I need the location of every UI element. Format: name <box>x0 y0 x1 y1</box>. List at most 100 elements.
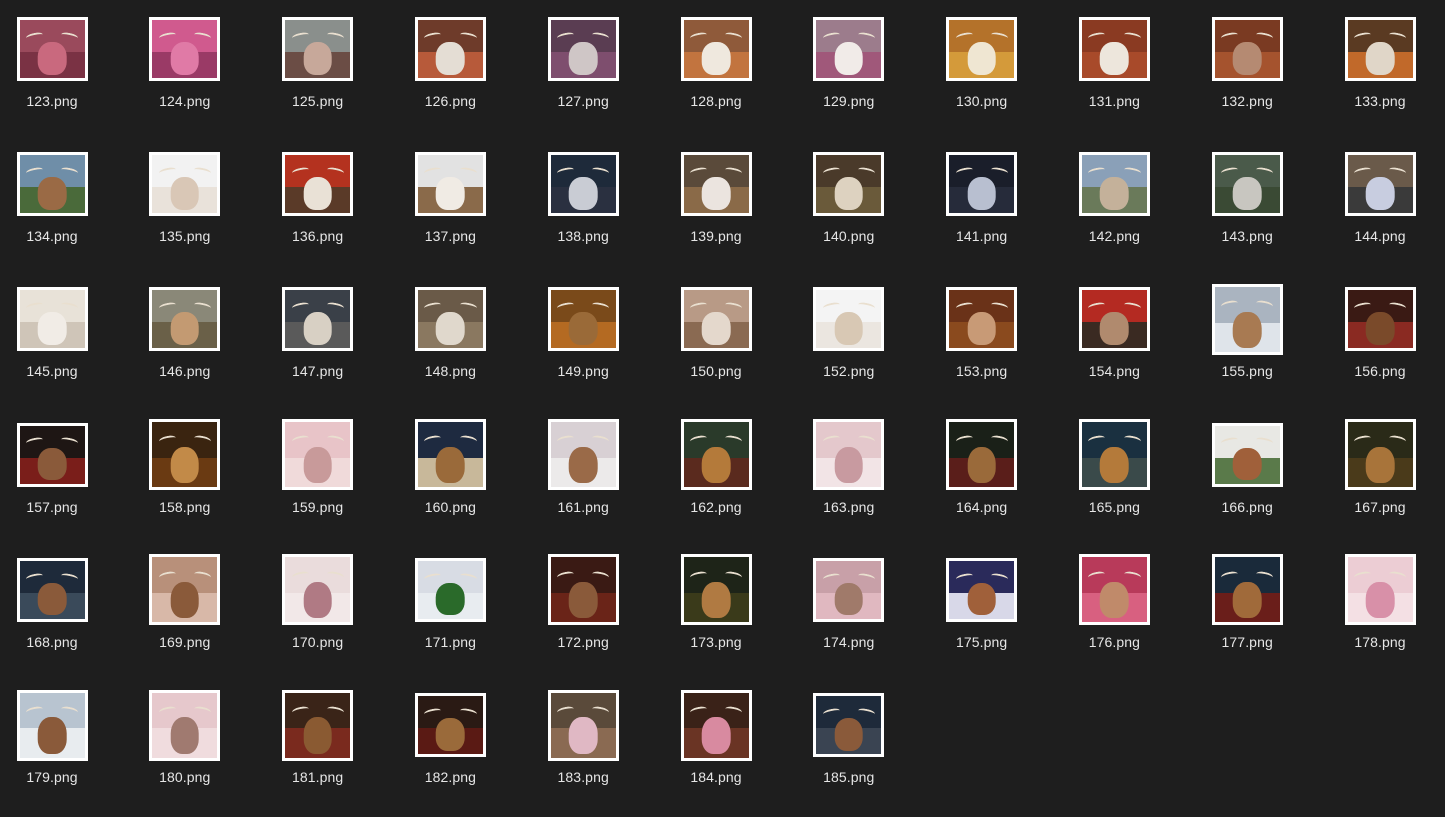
file-item[interactable]: 149.png <box>528 283 638 403</box>
file-item[interactable]: 140.png <box>794 148 904 268</box>
file-name-label[interactable]: 154.png <box>1059 363 1169 379</box>
file-name-label[interactable]: 180.png <box>130 769 240 785</box>
file-item[interactable]: 170.png <box>263 554 373 674</box>
file-name-label[interactable]: 166.png <box>1192 499 1302 515</box>
file-name-label[interactable]: 176.png <box>1059 634 1169 650</box>
file-thumbnail[interactable] <box>547 554 619 626</box>
file-thumbnail[interactable] <box>16 689 88 761</box>
file-name-label[interactable]: 169.png <box>130 634 240 650</box>
file-item[interactable]: 167.png <box>1325 419 1435 539</box>
file-name-label[interactable]: 179.png <box>0 769 107 785</box>
file-name-label[interactable]: 175.png <box>927 634 1037 650</box>
file-item[interactable]: 163.png <box>794 419 904 539</box>
file-item[interactable]: 138.png <box>528 148 638 268</box>
file-thumbnail[interactable] <box>16 17 88 81</box>
file-name-label[interactable]: 123.png <box>0 93 107 109</box>
file-name-label[interactable]: 152.png <box>794 363 904 379</box>
file-thumbnail[interactable] <box>282 17 354 81</box>
file-name-label[interactable]: 125.png <box>263 93 373 109</box>
file-thumbnail[interactable] <box>282 419 354 491</box>
file-name-label[interactable]: 170.png <box>263 634 373 650</box>
file-item[interactable]: 166.png <box>1192 419 1302 539</box>
file-item[interactable]: 165.png <box>1059 419 1169 539</box>
file-thumbnail[interactable] <box>547 419 619 491</box>
file-item[interactable]: 134.png <box>0 148 107 268</box>
file-name-label[interactable]: 147.png <box>263 363 373 379</box>
file-item[interactable]: 135.png <box>130 148 240 268</box>
file-item[interactable]: 123.png <box>0 13 107 133</box>
file-item[interactable]: 144.png <box>1325 148 1435 268</box>
file-name-label[interactable]: 153.png <box>927 363 1037 379</box>
file-thumbnail[interactable] <box>547 689 619 761</box>
file-thumbnail[interactable] <box>1211 554 1283 626</box>
file-item[interactable]: 142.png <box>1059 148 1169 268</box>
file-thumbnail[interactable] <box>16 557 88 622</box>
file-item[interactable]: 171.png <box>395 554 505 674</box>
file-name-label[interactable]: 144.png <box>1325 228 1435 244</box>
file-name-label[interactable]: 132.png <box>1192 93 1302 109</box>
file-item[interactable]: 130.png <box>927 13 1037 133</box>
file-thumbnail[interactable] <box>1078 554 1150 626</box>
file-thumbnail[interactable] <box>547 17 619 81</box>
file-thumbnail[interactable] <box>813 287 885 352</box>
file-item[interactable]: 129.png <box>794 13 904 133</box>
file-name-label[interactable]: 150.png <box>661 363 771 379</box>
file-item[interactable]: 161.png <box>528 419 638 539</box>
file-thumbnail[interactable] <box>1344 419 1416 491</box>
file-item[interactable]: 178.png <box>1325 554 1435 674</box>
file-name-label[interactable]: 178.png <box>1325 634 1435 650</box>
file-item[interactable]: 158.png <box>130 419 240 539</box>
file-item[interactable]: 154.png <box>1059 283 1169 403</box>
file-item[interactable]: 145.png <box>0 283 107 403</box>
file-thumbnail[interactable] <box>149 554 221 626</box>
file-item[interactable]: 133.png <box>1325 13 1435 133</box>
file-thumbnail[interactable] <box>414 419 486 491</box>
file-name-label[interactable]: 155.png <box>1192 363 1302 379</box>
file-thumbnail[interactable] <box>680 554 752 626</box>
file-thumbnail[interactable] <box>282 554 354 626</box>
file-thumbnail[interactable] <box>414 557 486 622</box>
file-item[interactable]: 156.png <box>1325 283 1435 403</box>
file-item[interactable]: 155.png <box>1192 283 1302 403</box>
file-name-label[interactable]: 138.png <box>528 228 638 244</box>
file-name-label[interactable]: 137.png <box>395 228 505 244</box>
file-thumbnail[interactable] <box>946 557 1018 622</box>
file-thumbnail[interactable] <box>813 17 885 81</box>
file-item[interactable]: 128.png <box>661 13 771 133</box>
file-item[interactable]: 184.png <box>661 689 771 809</box>
file-thumbnail[interactable] <box>813 557 885 622</box>
file-thumbnail[interactable] <box>1344 287 1416 352</box>
file-item[interactable]: 124.png <box>130 13 240 133</box>
file-name-label[interactable]: 174.png <box>794 634 904 650</box>
file-thumbnail[interactable] <box>680 689 752 761</box>
file-name-label[interactable]: 182.png <box>395 769 505 785</box>
file-name-label[interactable]: 126.png <box>395 93 505 109</box>
file-name-label[interactable]: 184.png <box>661 769 771 785</box>
file-name-label[interactable]: 165.png <box>1059 499 1169 515</box>
file-item[interactable]: 177.png <box>1192 554 1302 674</box>
file-thumbnail[interactable] <box>414 287 486 352</box>
file-thumbnail[interactable] <box>1078 419 1150 491</box>
file-item[interactable]: 157.png <box>0 419 107 539</box>
file-thumbnail[interactable] <box>16 287 88 352</box>
file-item[interactable]: 136.png <box>263 148 373 268</box>
file-name-label[interactable]: 159.png <box>263 499 373 515</box>
file-thumbnail[interactable] <box>149 689 221 761</box>
file-name-label[interactable]: 128.png <box>661 93 771 109</box>
file-name-label[interactable]: 136.png <box>263 228 373 244</box>
file-thumbnail[interactable] <box>149 419 221 491</box>
file-item[interactable]: 175.png <box>927 554 1037 674</box>
file-name-label[interactable]: 149.png <box>528 363 638 379</box>
file-thumbnail[interactable] <box>1211 283 1283 355</box>
file-item[interactable]: 146.png <box>130 283 240 403</box>
file-thumbnail[interactable] <box>1344 17 1416 81</box>
file-name-label[interactable]: 157.png <box>0 499 107 515</box>
file-name-label[interactable]: 160.png <box>395 499 505 515</box>
file-item[interactable]: 162.png <box>661 419 771 539</box>
file-name-label[interactable]: 167.png <box>1325 499 1435 515</box>
file-item[interactable]: 174.png <box>794 554 904 674</box>
file-thumbnail[interactable] <box>547 287 619 352</box>
file-name-label[interactable]: 127.png <box>528 93 638 109</box>
file-thumbnail[interactable] <box>1211 422 1283 487</box>
file-item[interactable]: 164.png <box>927 419 1037 539</box>
